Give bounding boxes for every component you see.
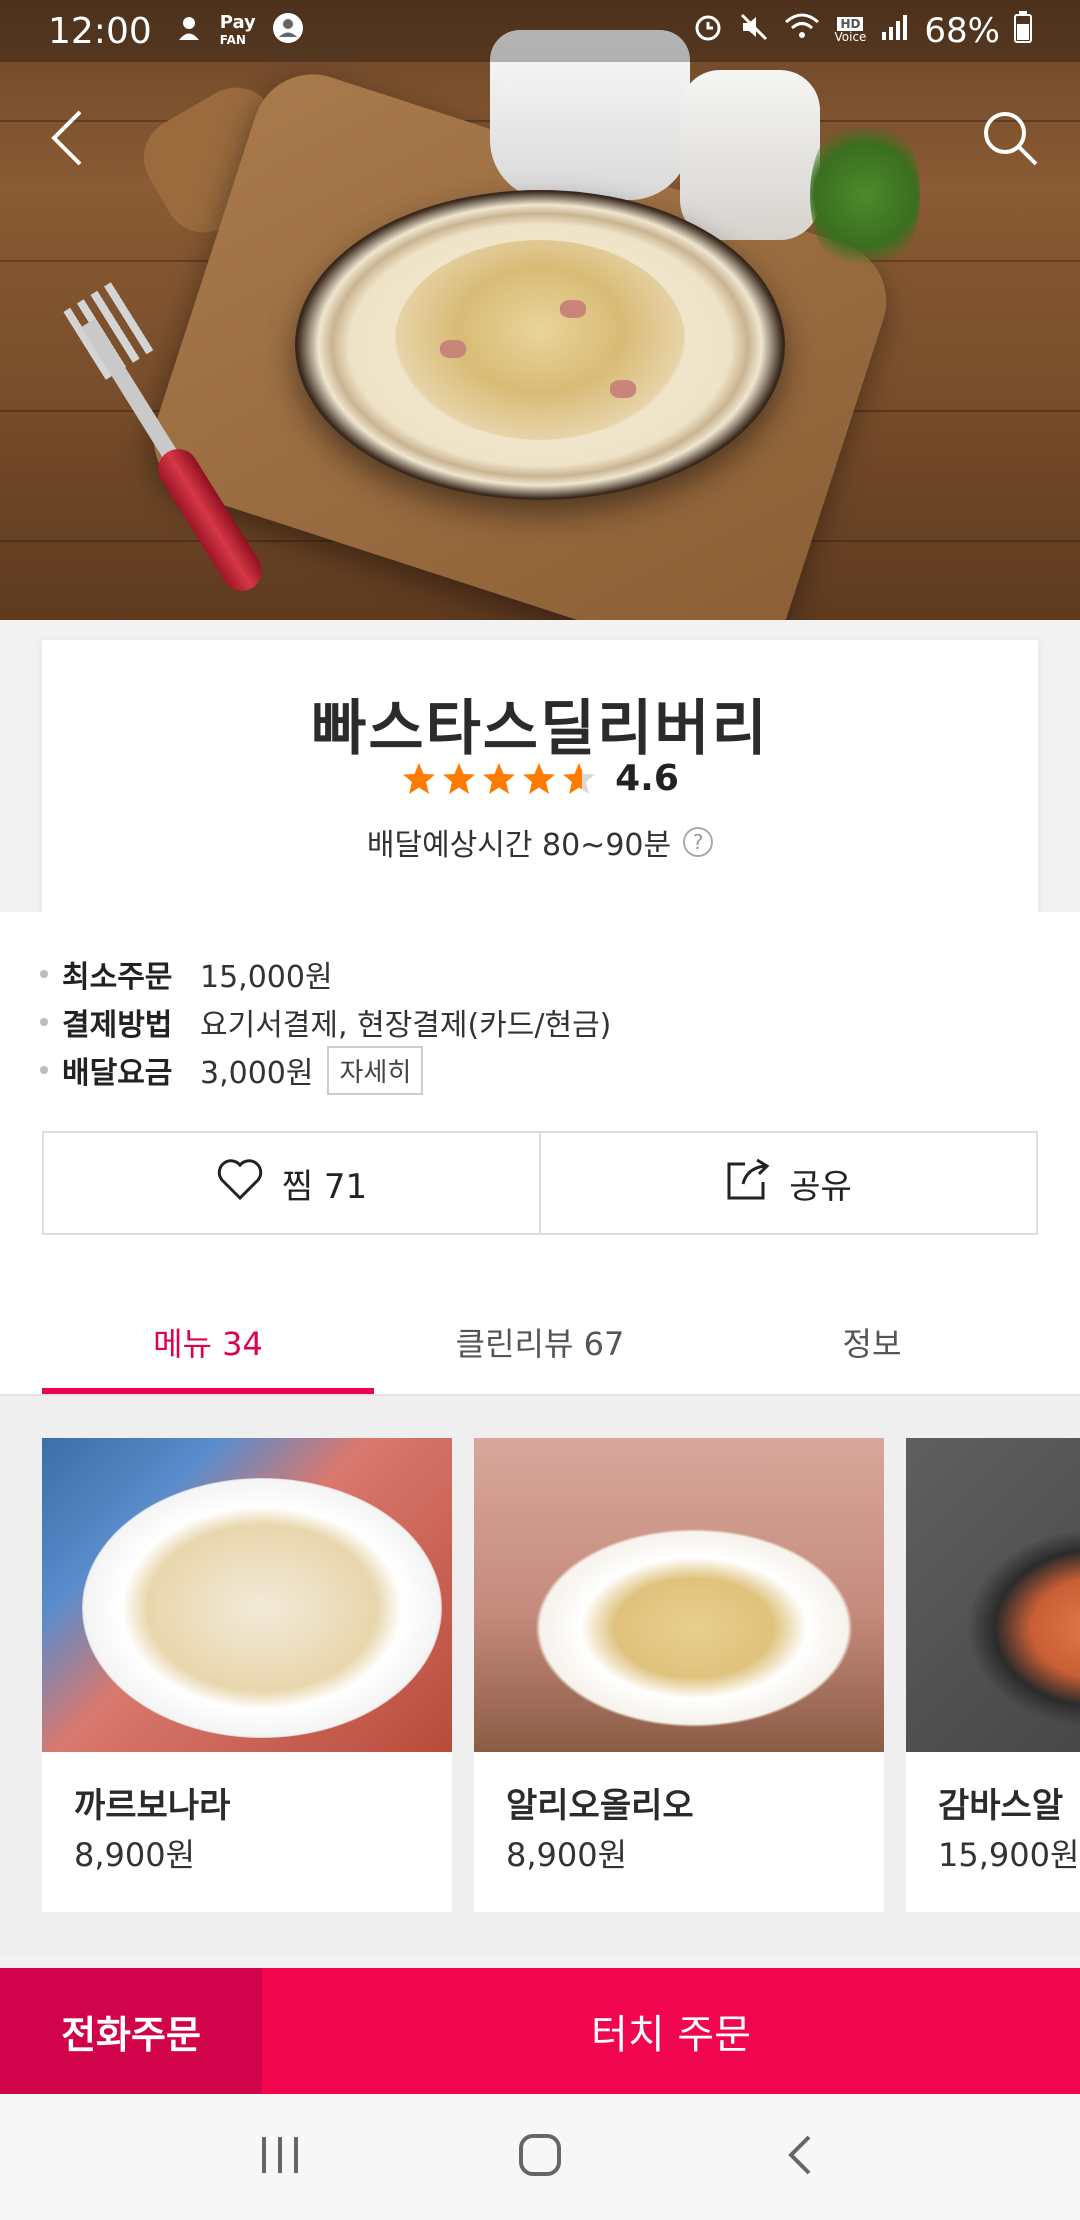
share-button[interactable]: 공유 — [539, 1133, 1036, 1233]
pay-fan-icon: Pay FAN — [219, 11, 256, 48]
menu-card[interactable]: 까르보나라 8,900원 — [42, 1438, 452, 1912]
search-button[interactable] — [970, 100, 1050, 180]
voice-label: Voice — [834, 30, 867, 44]
status-time: 12:00 — [48, 10, 152, 52]
wifi-icon — [784, 11, 820, 51]
home-button[interactable] — [500, 2117, 580, 2197]
battery-percent: 68% — [924, 11, 1000, 51]
pay-label: Pay — [219, 11, 256, 33]
heart-icon — [216, 1157, 264, 1210]
info-key: 배달요금 — [62, 1056, 173, 1091]
store-hero-image — [0, 0, 1080, 620]
menu-name: 까르보나라 — [74, 1786, 231, 1826]
action-row: 찜 71 공유 — [42, 1131, 1038, 1235]
order-bar: 전화주문 터치 주문 — [0, 1968, 1080, 2094]
info-row-payment: 결제방법 요기서결제, 현장결제(카드/현금) — [40, 998, 611, 1046]
pasta — [395, 240, 685, 440]
menu-image-carbonara — [42, 1438, 452, 1752]
star-icon — [563, 762, 596, 794]
recent-apps-button[interactable] — [240, 2117, 320, 2197]
star-icon — [523, 762, 556, 794]
dish — [82, 1478, 442, 1738]
account-icon — [272, 12, 304, 51]
menu-price: 15,900원 — [938, 1836, 1080, 1874]
dish — [966, 1528, 1080, 1728]
rating-row: 4.6 — [42, 758, 1038, 799]
nav-back-icon — [785, 2133, 815, 2181]
status-right-icons: HD Voice 68% — [692, 10, 1032, 52]
rating-value: 4.6 — [615, 758, 679, 799]
store-name: 빠스타스딜리버리 — [311, 694, 769, 764]
menu-card[interactable]: 알리오올리오 8,900원 — [474, 1438, 884, 1912]
recent-apps-icon — [258, 2135, 302, 2179]
menu-name: 감바스알 — [938, 1786, 1064, 1826]
bacon-piece — [610, 380, 636, 398]
mute-icon — [738, 11, 770, 52]
status-left-icons: Pay FAN — [174, 12, 304, 51]
menu-card[interactable]: 감바스알 15,900원 — [906, 1438, 1080, 1912]
nav-back-button[interactable] — [760, 2117, 840, 2197]
back-icon — [46, 108, 90, 172]
info-key: 최소주문 — [62, 960, 173, 995]
menu-image-gambas — [906, 1438, 1080, 1752]
info-row-delivery-fee: 배달요금 3,000원 자세히 — [40, 1045, 611, 1095]
star-icon — [403, 762, 436, 794]
jar — [680, 70, 820, 240]
tab-menu[interactable]: 메뉴 34 — [42, 1290, 374, 1394]
menu-price: 8,900원 — [74, 1836, 196, 1874]
store-summary-card: 빠스타스딜리버리 4.6 배달예상시간 80~90분 ? — [42, 640, 1038, 912]
bullet — [40, 1066, 48, 1074]
bullet — [40, 970, 48, 978]
home-icon — [518, 2133, 562, 2181]
status-bar: 12:00 Pay FAN HD Voice 68% — [0, 0, 1080, 62]
share-icon — [725, 1156, 771, 1211]
star-icon — [483, 762, 516, 794]
hd-label: HD — [837, 17, 864, 31]
bacon-piece — [560, 300, 586, 318]
touch-order-button[interactable]: 터치 주문 — [262, 1968, 1080, 2094]
delivery-fee-detail-button[interactable]: 자세히 — [327, 1045, 424, 1095]
info-value: 3,000원 — [200, 1056, 314, 1091]
back-button[interactable] — [28, 100, 108, 180]
search-icon — [980, 108, 1040, 172]
info-row-min-order: 최소주문 15,000원 — [40, 950, 611, 998]
store-info-list: 최소주문 15,000원 결제방법 요기서결제, 현장결제(카드/현금) 배달요… — [40, 950, 611, 1095]
delivery-time-row: 배달예상시간 80~90분 ? — [42, 820, 1038, 864]
signal-icon — [880, 11, 910, 51]
menu-image-aglio-olio — [474, 1438, 884, 1752]
menu-price: 8,900원 — [506, 1836, 628, 1874]
fan-label: FAN — [219, 32, 246, 47]
info-key: 결제방법 — [62, 1008, 173, 1043]
tab-clean-review[interactable]: 클린리뷰 67 — [374, 1290, 706, 1394]
hd-voice-icon: HD Voice — [834, 17, 867, 44]
info-value: 15,000원 — [200, 960, 333, 995]
star-icon — [443, 762, 476, 794]
delivery-time: 배달예상시간 80~90분 — [366, 828, 672, 863]
like-label: 찜 71 — [281, 1166, 368, 1207]
store-tabs: 메뉴 34 클린리뷰 67 정보 — [42, 1290, 1038, 1394]
like-button[interactable]: 찜 71 — [44, 1133, 539, 1233]
phone-order-button[interactable]: 전화주문 — [0, 1968, 262, 2094]
battery-icon — [1014, 10, 1032, 52]
rating-stars — [401, 761, 597, 797]
menu-name: 알리오올리오 — [506, 1786, 694, 1826]
help-icon[interactable]: ? — [683, 827, 714, 857]
tab-info[interactable]: 정보 — [706, 1290, 1038, 1394]
dish — [534, 1528, 854, 1728]
bacon-piece — [440, 340, 466, 358]
herb-garnish — [810, 110, 920, 280]
menu-carousel[interactable]: 까르보나라 8,900원 알리오올리오 8,900원 감바스알 15,900원 — [0, 1396, 1080, 1956]
info-value: 요기서결제, 현장결제(카드/현금) — [200, 1008, 612, 1043]
system-nav-bar — [0, 2094, 1080, 2220]
alarm-icon — [692, 11, 724, 52]
bullet — [40, 1018, 48, 1026]
share-label: 공유 — [789, 1166, 852, 1207]
notification-icon — [174, 13, 204, 50]
